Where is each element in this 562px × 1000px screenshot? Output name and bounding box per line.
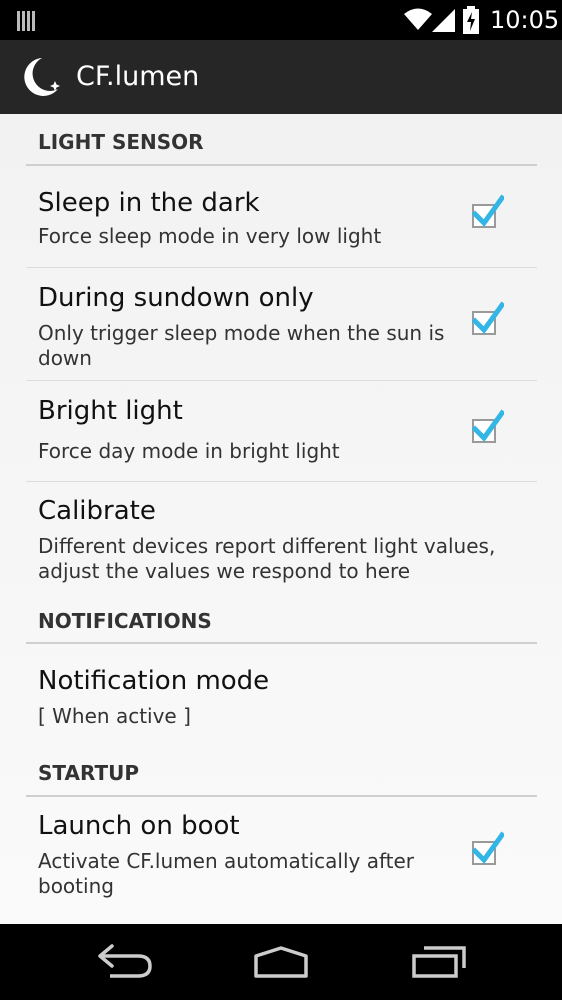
pref-launch-on-boot[interactable]: Launch on boot Activate CF.lumen automat… [26, 797, 537, 917]
action-bar: CF.lumen [0, 40, 562, 114]
category-notifications: NOTIFICATIONS [26, 593, 537, 644]
pref-summary-line-1: Activate CF.lumen automatically after [38, 849, 415, 873]
battery-charging-icon [463, 6, 479, 34]
signal-icon [432, 9, 455, 32]
pref-title: Calibrate [38, 496, 156, 526]
preferences-list: LIGHT SENSOR Sleep in the dark Force sle… [0, 114, 562, 924]
pref-summary-line-1: Different devices report different light… [38, 534, 496, 558]
status-clock: 10:05 [490, 6, 560, 34]
pref-title: Sleep in the dark [38, 188, 260, 218]
app-title: CF.lumen [76, 61, 200, 92]
pref-title: Notification mode [38, 666, 270, 696]
pref-summary-line-2: adjust the values we respond to here [38, 559, 411, 583]
bright-light-checkbox[interactable] [472, 409, 504, 443]
pref-summary: Force sleep mode in very low light [38, 224, 382, 248]
notification-bars-icon [17, 11, 35, 31]
category-light-sensor: LIGHT SENSOR [26, 114, 537, 166]
pref-calibrate[interactable]: Calibrate Different devices report diffe… [26, 482, 537, 592]
status-bar: 10:05 [0, 0, 562, 40]
checkmark-icon [472, 409, 504, 442]
sleep-in-the-dark-checkbox[interactable] [472, 194, 504, 228]
category-startup: STARTUP [26, 745, 537, 797]
pref-title: Launch on boot [38, 811, 240, 841]
checkmark-icon [472, 194, 504, 227]
pref-summary-line-1: Only trigger sleep mode when the sun is [38, 321, 445, 345]
pref-notification-mode[interactable]: Notification mode [ When active ] [26, 644, 537, 744]
category-label: NOTIFICATIONS [38, 609, 212, 633]
pref-bright-light[interactable]: Bright light Force day mode in bright li… [26, 381, 537, 482]
recent-apps-icon[interactable] [410, 942, 468, 982]
home-icon[interactable] [252, 942, 310, 982]
moon-icon[interactable] [24, 55, 64, 99]
pref-summary: Force day mode in bright light [38, 439, 340, 463]
pref-summary: [ When active ] [38, 704, 191, 728]
navigation-bar [0, 924, 562, 1000]
pref-summary-line-2: down [38, 346, 92, 370]
pref-title: Bright light [38, 396, 183, 426]
pref-summary-line-2: booting [38, 874, 114, 898]
launch-on-boot-checkbox[interactable] [472, 831, 504, 865]
during-sundown-only-checkbox[interactable] [472, 301, 504, 335]
wifi-icon [404, 8, 432, 30]
checkmark-icon [472, 831, 504, 864]
category-label: LIGHT SENSOR [38, 130, 204, 154]
checkmark-icon [472, 301, 504, 334]
category-label: STARTUP [38, 761, 140, 785]
pref-sleep-in-the-dark[interactable]: Sleep in the dark Force sleep mode in ve… [26, 166, 537, 268]
pref-title: During sundown only [38, 283, 314, 313]
pref-during-sundown-only[interactable]: During sundown only Only trigger sleep m… [26, 268, 537, 381]
back-icon[interactable] [96, 942, 154, 982]
